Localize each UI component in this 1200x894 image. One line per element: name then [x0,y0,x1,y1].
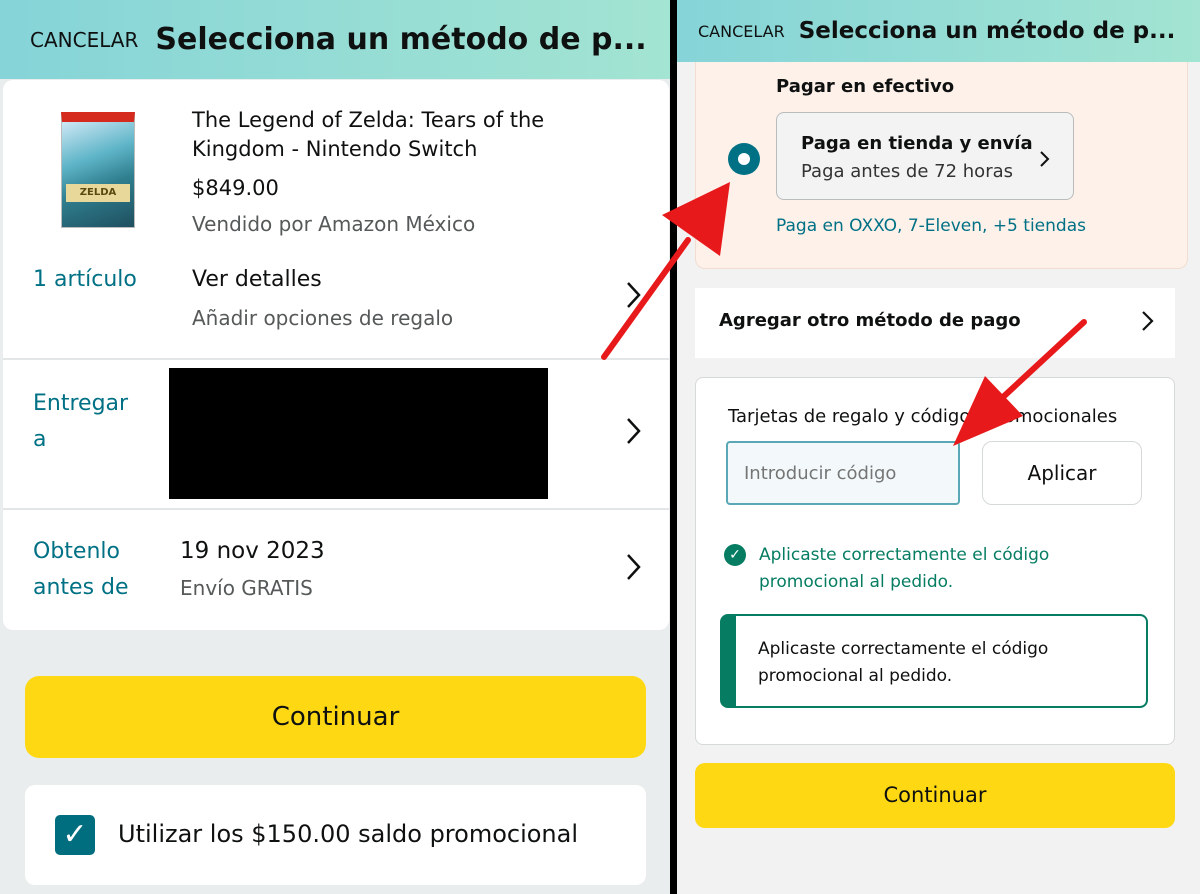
pay-in-store-title: Paga en tienda y envía [801,133,1033,154]
product-title-line2[interactable]: Kingdom - Nintendo Switch [192,135,544,164]
pay-in-store-option[interactable]: Paga en tienda y envía Paga antes de 72 … [776,112,1074,200]
cancel-button[interactable]: CANCELAR [698,22,785,41]
product-image: ZELDA [61,112,135,228]
checkout-header: CANCELAR Selecciona un método de p... [677,0,1200,62]
view-details-link[interactable]: Ver detalles [192,267,322,292]
promo-balance-card: ✓ Utilizar los $150.00 saldo promocional [25,785,646,885]
order-summary-card: ZELDA The Legend of Zelda: Tears of the … [3,80,669,630]
page-title: Selecciona un método de p... [798,18,1176,44]
chevron-right-icon [627,554,641,580]
pay-in-store-subtitle: Paga antes de 72 horas [801,161,1014,182]
apply-button[interactable]: Aplicar [982,441,1142,505]
get-it-by-label-line2: antes de [33,575,129,600]
item-count: 1 artículo [33,267,137,292]
store-list-link[interactable]: Paga en OXXO, 7-Eleven, +5 tiendas [776,216,1086,236]
gift-card-promo-section: Tarjetas de regalo y códigos promocional… [695,377,1175,745]
checkbox-checked-icon[interactable]: ✓ [55,815,95,855]
success-message-line2: promocional al pedido. [759,572,954,592]
alert-message-line1: Aplicaste correctamente el código [758,639,1049,659]
add-payment-method-row[interactable]: Agregar otro método de pago [695,288,1175,358]
deliver-to-label-line1: Entregar [33,391,129,416]
chevron-right-icon [627,418,641,444]
add-payment-method-label: Agregar otro método de pago [719,310,1021,331]
radio-selected-icon[interactable] [728,143,760,175]
success-alert-box: Aplicaste correctamente el código promoc… [720,614,1148,708]
checkout-header: CANCELAR Selecciona un método de p... [0,0,670,79]
continue-button[interactable]: Continuar [695,763,1175,828]
chevron-right-icon [627,282,641,308]
gift-options-link[interactable]: Añadir opciones de regalo [192,306,453,330]
chevron-right-icon [1040,151,1050,167]
get-it-by-label-line1: Obtenlo [33,539,120,564]
alert-message-line2: promocional al pedido. [758,666,953,686]
panel-separator [670,0,677,894]
check-circle-icon: ✓ [724,544,746,566]
chevron-right-icon [1142,311,1154,331]
promo-code-input[interactable] [726,441,960,505]
deliver-to-label-line2: a [33,427,47,452]
delivery-address-row[interactable]: Entregar a [3,360,669,508]
cash-payment-title: Pagar en efectivo [776,76,955,97]
product-image-logo: ZELDA [66,184,130,202]
product-title-line1[interactable]: The Legend of Zelda: Tears of the [192,106,544,135]
product-seller: Vendido por Amazon México [192,212,476,236]
shipping-cost: Envío GRATIS [180,576,313,600]
left-screenshot-panel: CANCELAR Selecciona un método de p... ZE… [0,0,670,894]
delivery-date: 19 nov 2023 [180,538,325,564]
promo-balance-label[interactable]: Utilizar los $150.00 saldo promocional [118,820,578,848]
cancel-button[interactable]: CANCELAR [30,28,138,52]
cash-payment-card: Pagar en efectivo Paga en tienda y envía… [695,62,1188,269]
item-details-row[interactable]: 1 artículo Ver detalles Añadir opciones … [3,250,669,358]
redacted-address [169,368,548,499]
product-price: $849.00 [192,176,279,200]
page-title: Selecciona un método de p... [155,22,647,57]
success-message-line1: Aplicaste correctamente el código [759,545,1050,565]
delivery-date-row[interactable]: Obtenlo antes de 19 nov 2023 Envío GRATI… [3,510,669,630]
gift-card-title: Tarjetas de regalo y códigos promocional… [728,406,1118,427]
continue-button[interactable]: Continuar [25,676,646,758]
right-screenshot-panel: CANCELAR Selecciona un método de p... Pa… [677,0,1200,894]
